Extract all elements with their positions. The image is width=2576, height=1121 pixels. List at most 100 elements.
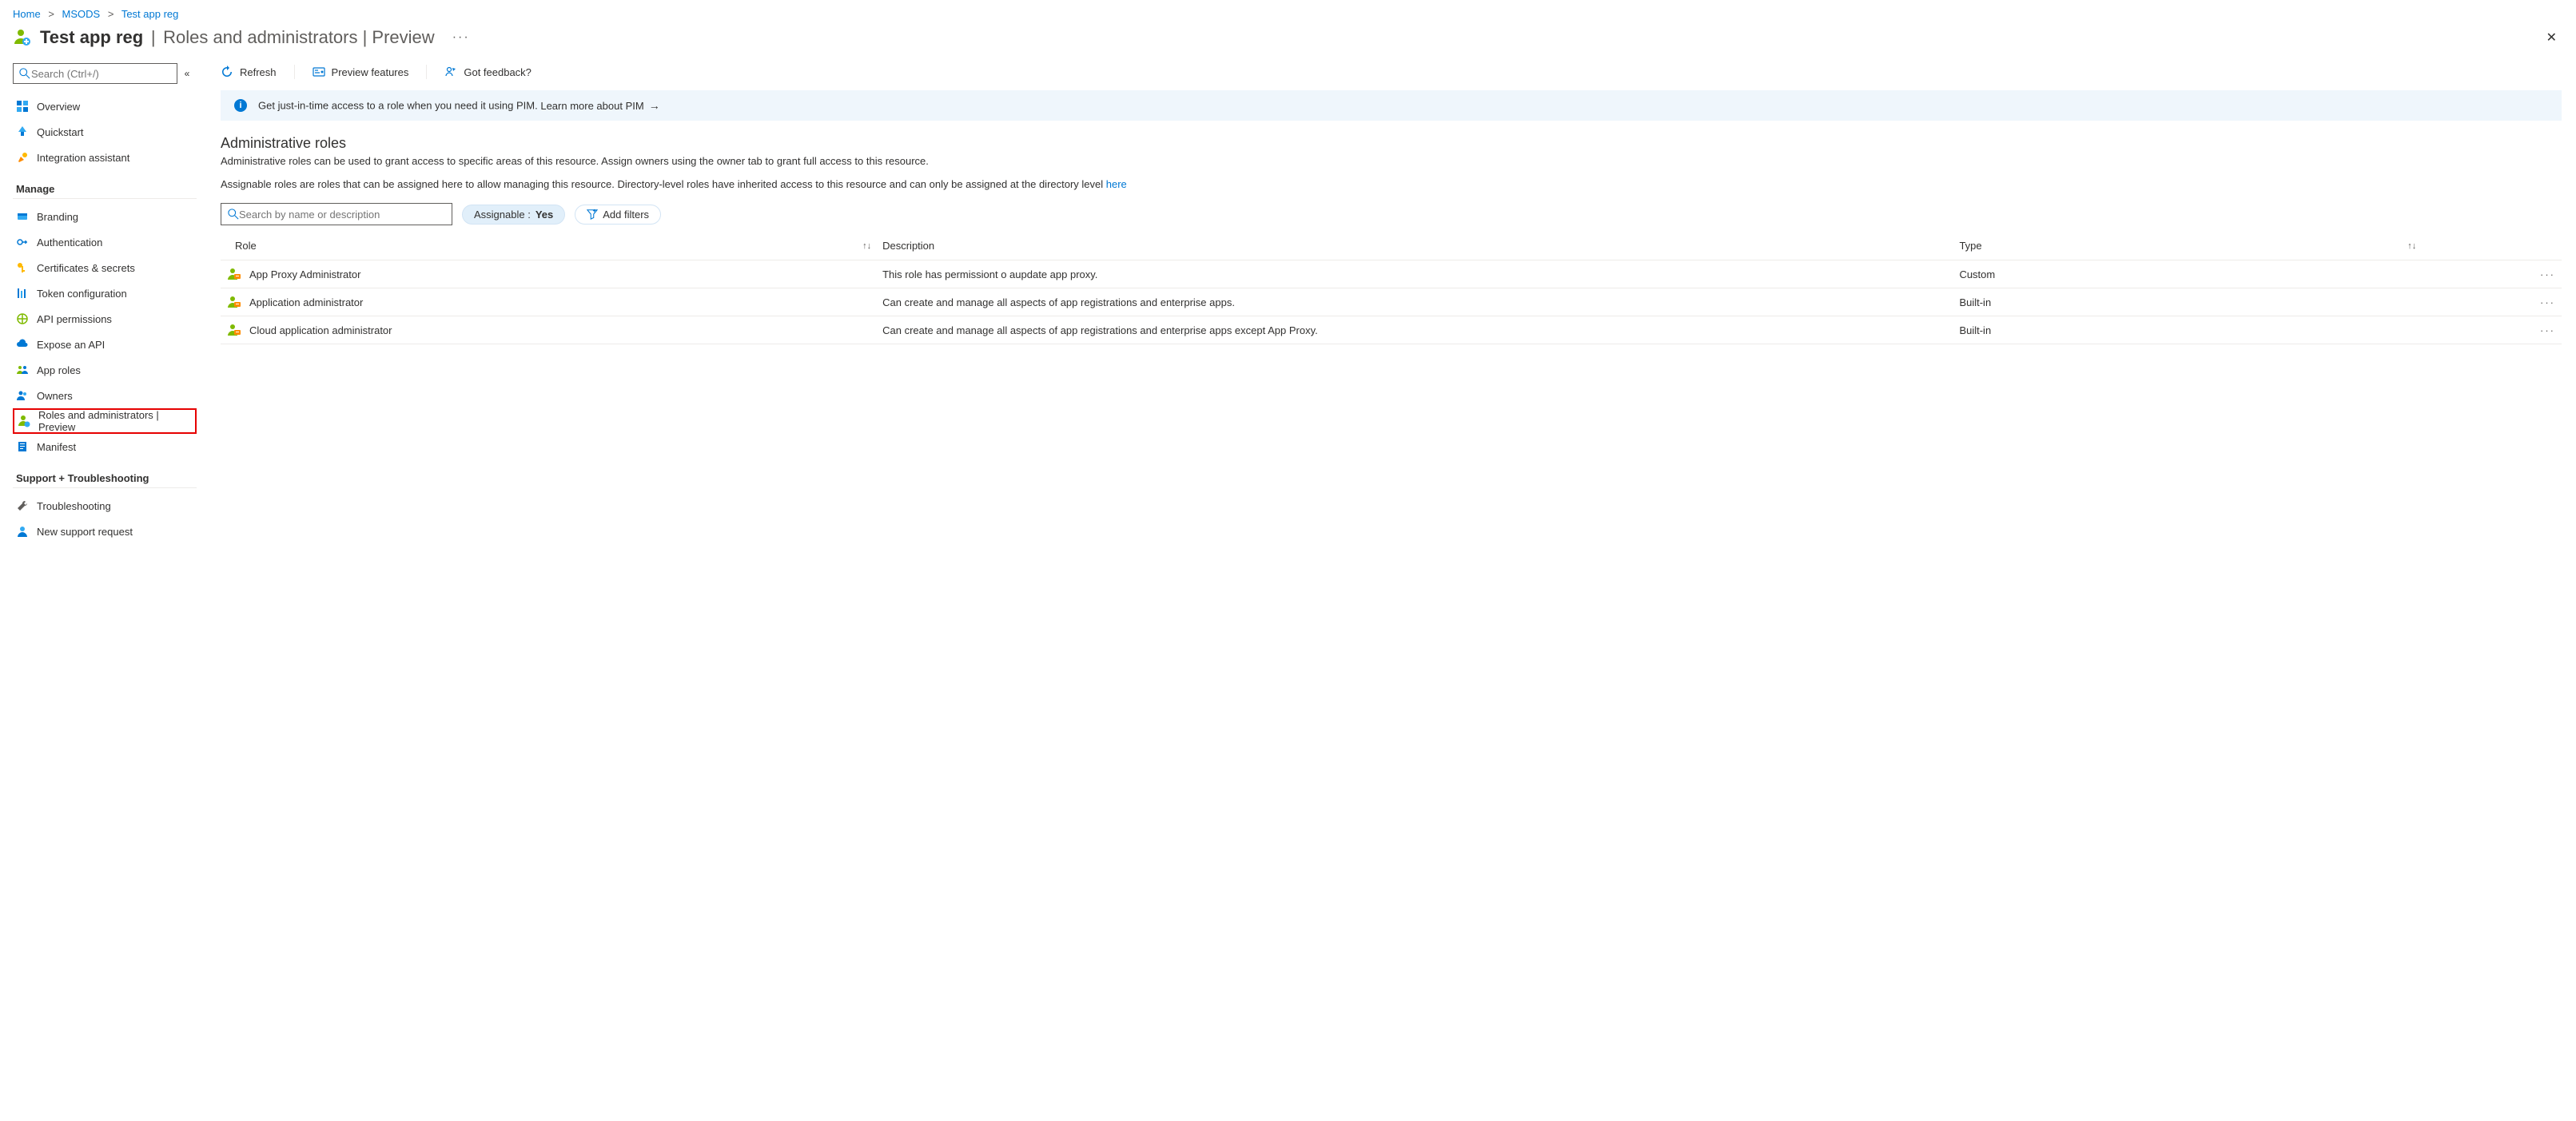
- preview-icon: [313, 66, 325, 78]
- sidebar-item-label: New support request: [37, 526, 133, 538]
- page-title-main: Test app reg: [40, 27, 143, 47]
- sidebar-item-label: Owners: [37, 390, 73, 402]
- breadcrumb-msods[interactable]: MSODS: [62, 8, 101, 20]
- owners-icon: [16, 389, 29, 402]
- sidebar-item-certificates-secrets[interactable]: Certificates & secrets: [13, 255, 197, 280]
- role-name-link[interactable]: App Proxy Administrator: [249, 268, 360, 280]
- sort-icon: ↑↓: [862, 241, 871, 251]
- chevron-right-icon: >: [48, 8, 54, 20]
- roles-admin-icon: [18, 415, 30, 427]
- sidebar-item-branding[interactable]: Branding: [13, 204, 197, 229]
- sidebar-item-label: App roles: [37, 364, 81, 376]
- role-type: Built-in: [1953, 288, 2421, 316]
- column-header-type[interactable]: Type ↑↓: [1953, 232, 2421, 260]
- sidebar-item-troubleshooting[interactable]: Troubleshooting: [13, 493, 197, 519]
- preview-features-button[interactable]: Preview features: [313, 66, 409, 78]
- breadcrumb-current[interactable]: Test app reg: [121, 8, 179, 20]
- token-icon: [16, 287, 29, 300]
- app-registration-icon: [13, 28, 32, 47]
- table-row: Application administrator Can create and …: [221, 288, 2562, 316]
- sidebar-item-roles-administrators[interactable]: Roles and administrators | Preview: [13, 408, 197, 434]
- sidebar-section-support: Support + Troubleshooting: [13, 472, 197, 484]
- sidebar-item-quickstart[interactable]: Quickstart: [13, 119, 197, 145]
- overview-icon: [16, 100, 29, 113]
- search-icon: [228, 209, 239, 220]
- row-more-button[interactable]: ···: [2421, 260, 2562, 288]
- section-description-1: Administrative roles can be used to gran…: [221, 155, 2562, 167]
- sidebar: « Overview Quickstart Integration assist…: [0, 63, 203, 544]
- api-permissions-icon: [16, 312, 29, 325]
- here-link[interactable]: here: [1106, 178, 1127, 190]
- cloud-icon: [16, 338, 29, 351]
- roles-table: Role ↑↓ Description Type ↑↓ App Proxy Ad…: [221, 232, 2562, 344]
- sidebar-item-manifest[interactable]: Manifest: [13, 434, 197, 459]
- collapse-sidebar-button[interactable]: «: [177, 68, 197, 79]
- section-title: Administrative roles: [221, 135, 2562, 152]
- toolbar-label: Refresh: [240, 66, 277, 78]
- support-icon: [16, 525, 29, 538]
- refresh-button[interactable]: Refresh: [221, 66, 277, 78]
- toolbar-label: Got feedback?: [464, 66, 532, 78]
- sidebar-section-manage: Manage: [13, 183, 197, 195]
- role-name-link[interactable]: Application administrator: [249, 296, 363, 308]
- got-feedback-button[interactable]: Got feedback?: [444, 66, 532, 78]
- arrow-right-icon: →: [649, 99, 660, 112]
- sidebar-item-token-configuration[interactable]: Token configuration: [13, 280, 197, 306]
- wrench-icon: [16, 499, 29, 512]
- sidebar-item-label: Certificates & secrets: [37, 262, 135, 274]
- roles-search-input[interactable]: [221, 203, 452, 225]
- role-type: Built-in: [1953, 316, 2421, 344]
- sidebar-item-label: Branding: [37, 211, 78, 223]
- banner-learn-more-link[interactable]: Learn more about PIM →: [540, 99, 659, 112]
- table-row: Cloud application administrator Can creat…: [221, 316, 2562, 344]
- sidebar-item-new-support-request[interactable]: New support request: [13, 519, 197, 544]
- page-title-sub: Roles and administrators | Preview: [163, 27, 435, 47]
- breadcrumb: Home > MSODS > Test app reg: [0, 0, 2576, 22]
- sidebar-item-label: Authentication: [37, 237, 102, 248]
- sidebar-search-input[interactable]: [13, 63, 177, 84]
- sidebar-item-label: Roles and administrators | Preview: [38, 409, 192, 433]
- sidebar-item-owners[interactable]: Owners: [13, 383, 197, 408]
- close-blade-button[interactable]: ✕: [2540, 26, 2563, 49]
- sidebar-item-label: Manifest: [37, 441, 76, 453]
- manifest-icon: [16, 440, 29, 453]
- role-type: Custom: [1953, 260, 2421, 288]
- more-menu-button[interactable]: ···: [452, 30, 470, 45]
- quickstart-icon: [16, 125, 29, 138]
- sidebar-item-label: Expose an API: [37, 339, 105, 351]
- role-description: Can create and manage all aspects of app…: [876, 316, 1953, 344]
- role-description: Can create and manage all aspects of app…: [876, 288, 1953, 316]
- table-row: App Proxy Administrator This role has per…: [221, 260, 2562, 288]
- add-filters-button[interactable]: Add filters: [575, 205, 661, 225]
- row-more-button[interactable]: ···: [2421, 316, 2562, 344]
- toolbar-label: Preview features: [332, 66, 409, 78]
- sidebar-item-label: Quickstart: [37, 126, 84, 138]
- sidebar-item-app-roles[interactable]: App roles: [13, 357, 197, 383]
- column-header-role[interactable]: Role ↑↓: [221, 232, 876, 260]
- column-header-description[interactable]: Description: [876, 232, 1953, 260]
- row-more-button[interactable]: ···: [2421, 288, 2562, 316]
- search-icon: [18, 67, 31, 80]
- role-icon: [227, 267, 241, 281]
- filter-pill-assignable[interactable]: Assignable : Yes: [462, 205, 565, 225]
- role-icon: [227, 323, 241, 337]
- app-roles-icon: [16, 364, 29, 376]
- branding-icon: [16, 210, 29, 223]
- feedback-icon: [444, 66, 457, 78]
- sort-icon: ↑↓: [2407, 241, 2416, 251]
- sidebar-item-label: Overview: [37, 101, 80, 113]
- rocket-icon: [16, 151, 29, 164]
- command-bar: Refresh Preview features Got feedback?: [221, 63, 2562, 90]
- sidebar-item-integration-assistant[interactable]: Integration assistant: [13, 145, 197, 170]
- page-title: Test app reg | Roles and administrators …: [40, 27, 435, 48]
- sidebar-item-expose-api[interactable]: Expose an API: [13, 332, 197, 357]
- sidebar-item-authentication[interactable]: Authentication: [13, 229, 197, 255]
- sidebar-item-api-permissions[interactable]: API permissions: [13, 306, 197, 332]
- role-description: This role has permissiont o aupdate app …: [876, 260, 1953, 288]
- refresh-icon: [221, 66, 233, 78]
- sidebar-item-label: Integration assistant: [37, 152, 129, 164]
- authentication-icon: [16, 236, 29, 248]
- sidebar-item-overview[interactable]: Overview: [13, 93, 197, 119]
- breadcrumb-home[interactable]: Home: [13, 8, 41, 20]
- role-name-link[interactable]: Cloud application administrator: [249, 324, 392, 336]
